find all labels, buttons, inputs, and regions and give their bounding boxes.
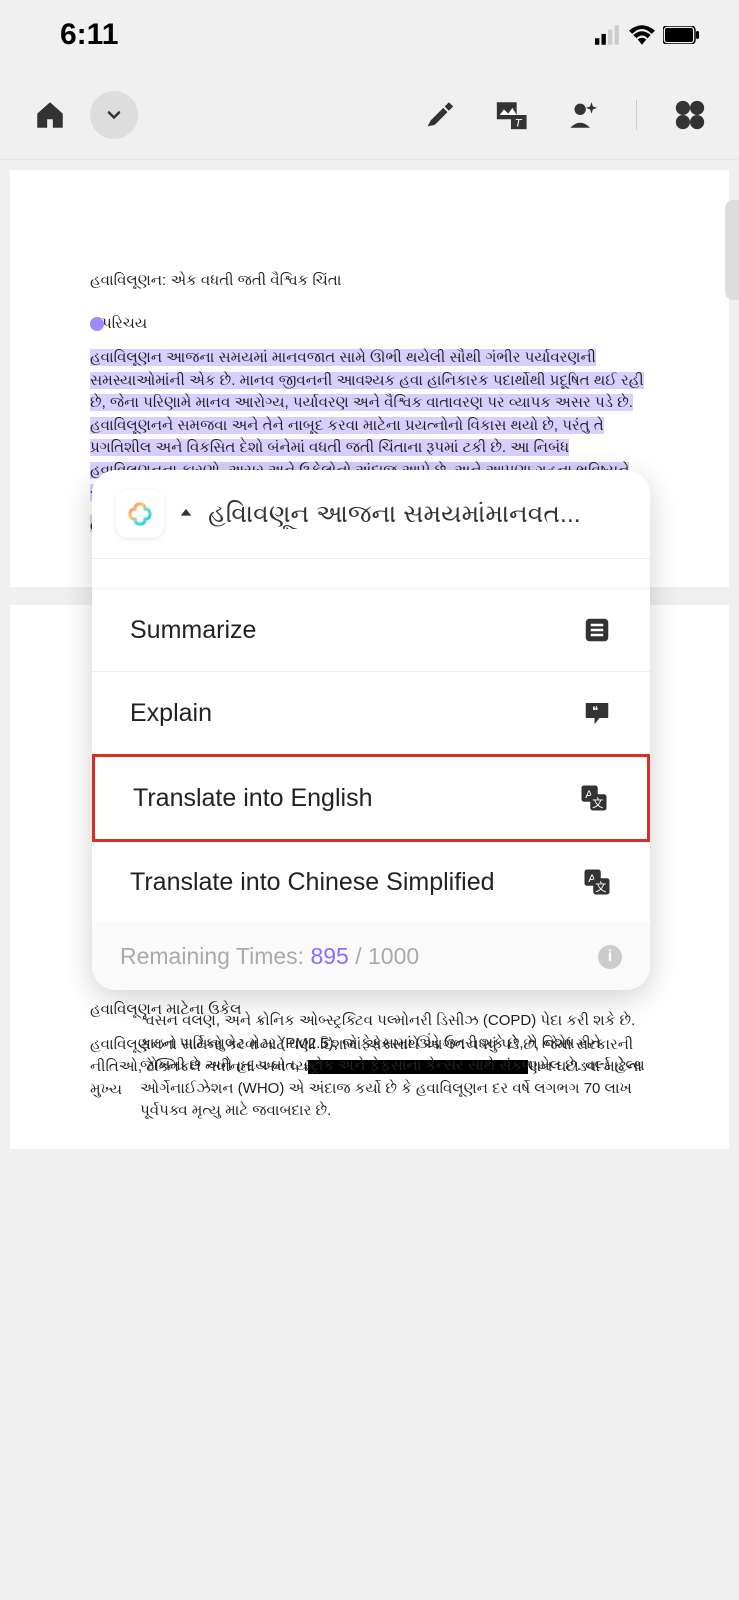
highlighter-icon [422,98,456,132]
triangle-up-icon [178,505,194,521]
dropdown-button[interactable] [90,91,138,139]
ai-action-popup: હવાિવણૂન આજના સમયમાંમાનવત... Summarize E… [92,470,650,990]
popup-footer: Remaining Times: 895 / 1000 i [92,923,650,990]
apps-icon [673,98,707,132]
action-label: Summarize [130,616,256,645]
action-label: Translate into Chinese Simplified [130,868,495,897]
summarize-action[interactable]: Summarize [92,589,650,672]
info-icon: i [608,948,612,966]
explain-action[interactable]: Explain ❝ [92,672,650,755]
remaining-times: Remaining Times: 895 / 1000 [120,943,419,970]
image-text-button[interactable]: T [492,96,530,134]
svg-text:T: T [515,117,523,129]
popup-header: હવાિવણૂન આજના સમયમાંમાનવત... [92,470,650,559]
translate-icon: A文 [579,783,609,813]
visible-paragraph-below-popup: શ્વસન વલણ, અને ક્રોનિક ઓબ્સ્ટ્રક્ટિવ પલ્… [90,1010,649,1123]
translate-chinese-action[interactable]: Translate into Chinese Simplified A文 [92,841,650,923]
svg-text:❝: ❝ [592,705,598,717]
info-button[interactable]: i [598,945,622,969]
home-button[interactable] [30,95,70,135]
wifi-icon [629,25,655,45]
image-text-icon: T [494,98,528,132]
sparkle-person-icon [566,98,600,132]
toolbar-divider [636,100,637,130]
intro-label: પરિચય [90,313,649,336]
status-bar: 6:11 [0,0,739,70]
quote-bubble-icon: ❝ [582,698,612,728]
signal-icon [595,25,621,45]
toolbar: T [0,70,739,160]
ai-enhance-button[interactable] [564,96,602,134]
apps-button[interactable] [671,96,709,134]
popup-title: હવાિવણૂન આજના સમયમાંમાનવત... [208,500,626,529]
popup-spacer [92,559,650,589]
action-label: Translate into English [133,784,372,813]
translate-english-action[interactable]: Translate into English A文 [92,754,650,842]
list-icon [582,615,612,645]
translate-icon: A文 [582,867,612,897]
chevron-down-icon [104,105,124,125]
status-time: 6:11 [60,18,118,52]
action-label: Explain [130,699,212,728]
status-icons [595,25,699,45]
home-icon [33,98,67,132]
ai-logo[interactable] [116,490,164,538]
document-title: હવાવિલૂણન: એક વધતી જતી વૈશ્વિક ચિંતા [90,270,649,293]
svg-text:文: 文 [595,880,606,894]
svg-text:文: 文 [592,796,603,810]
collapse-button[interactable] [178,505,194,524]
highlighter-button[interactable] [420,96,458,134]
scroll-handle[interactable] [725,200,739,300]
flower-icon [125,499,155,529]
battery-icon [663,26,699,44]
